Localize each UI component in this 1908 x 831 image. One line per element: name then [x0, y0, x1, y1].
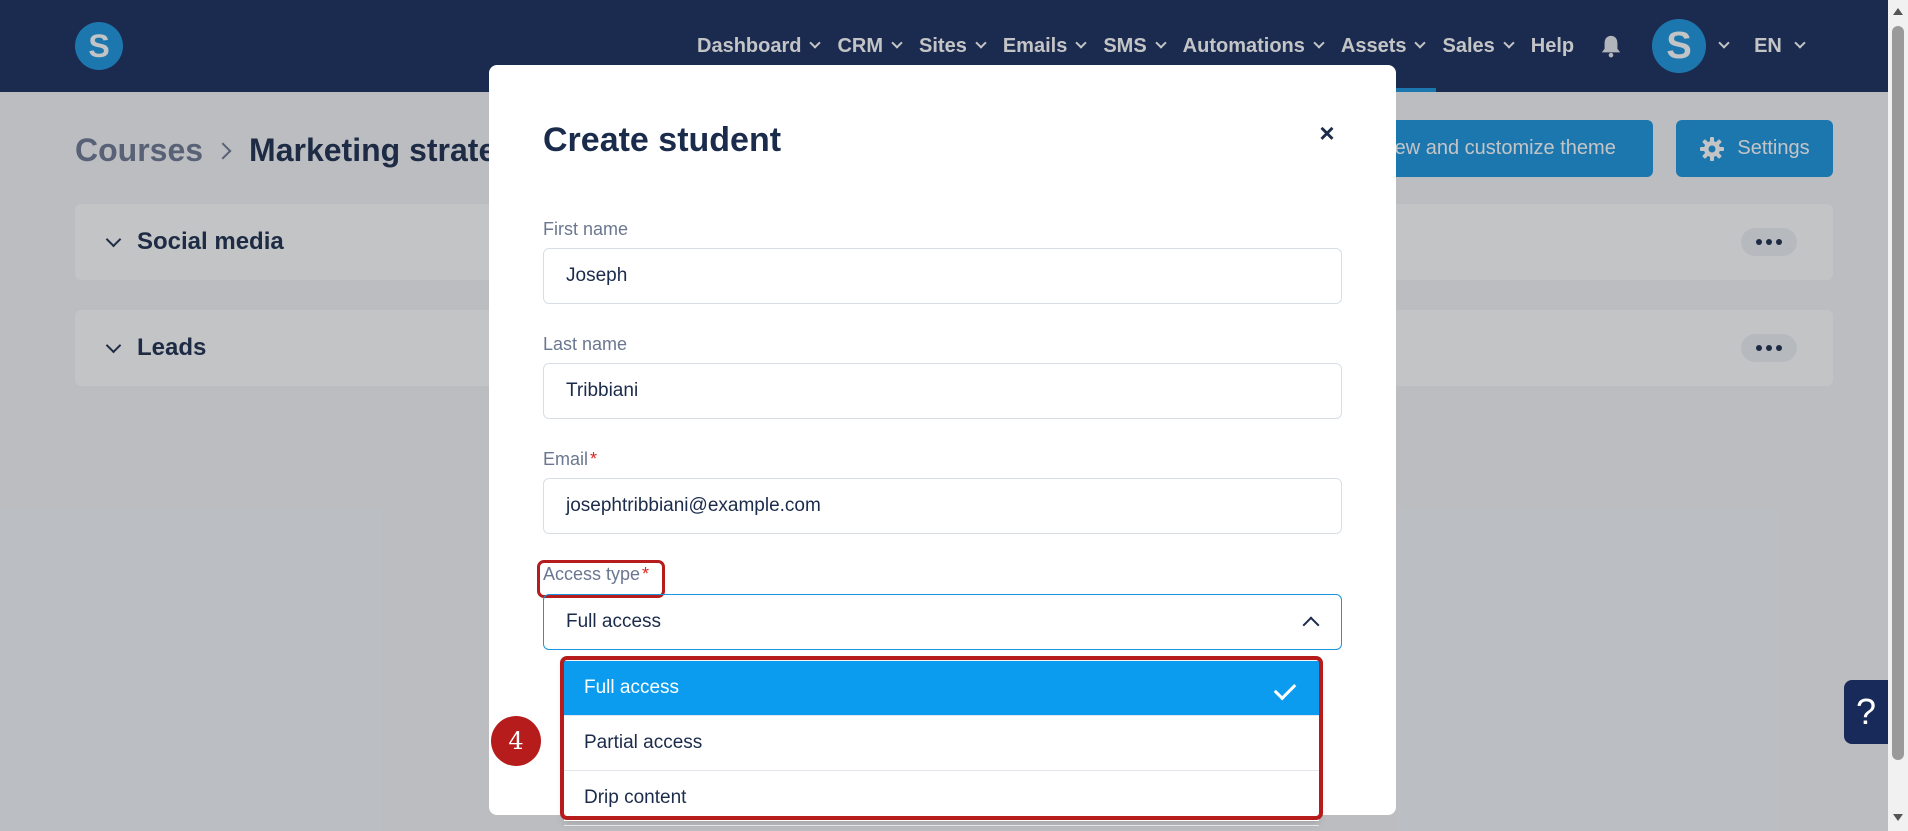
step-badge: 4 — [491, 716, 541, 766]
close-icon[interactable]: × — [1311, 117, 1343, 149]
first-name-label: First name — [543, 219, 628, 240]
last-name-label: Last name — [543, 334, 627, 355]
dropdown-highlight — [560, 656, 1323, 820]
scroll-down-arrow-icon[interactable] — [1893, 814, 1903, 821]
access-type-highlight — [537, 560, 665, 598]
scroll-up-arrow-icon[interactable] — [1893, 8, 1903, 15]
field-value: josephtribbiani@example.com — [566, 495, 821, 516]
first-name-field[interactable]: Joseph — [543, 248, 1342, 304]
select-value: Full access — [566, 611, 662, 632]
chevron-up-icon[interactable] — [1302, 616, 1320, 634]
last-name-field[interactable]: Tribbiani — [543, 363, 1342, 419]
required-marker: * — [590, 449, 598, 469]
field-value: Joseph — [566, 265, 628, 286]
field-value: Tribbiani — [566, 380, 639, 401]
access-type-select[interactable]: Full access — [543, 594, 1342, 650]
label-text: Last name — [543, 334, 628, 354]
label-text: Email — [543, 449, 589, 469]
email-label: Email * — [543, 449, 597, 470]
scrollbar-thumb[interactable] — [1892, 26, 1904, 760]
modal-title: Create student — [543, 121, 782, 159]
label-text: First name — [543, 219, 629, 239]
email-field[interactable]: josephtribbiani@example.com — [543, 478, 1342, 534]
help-widget-button[interactable]: ? — [1844, 680, 1888, 744]
